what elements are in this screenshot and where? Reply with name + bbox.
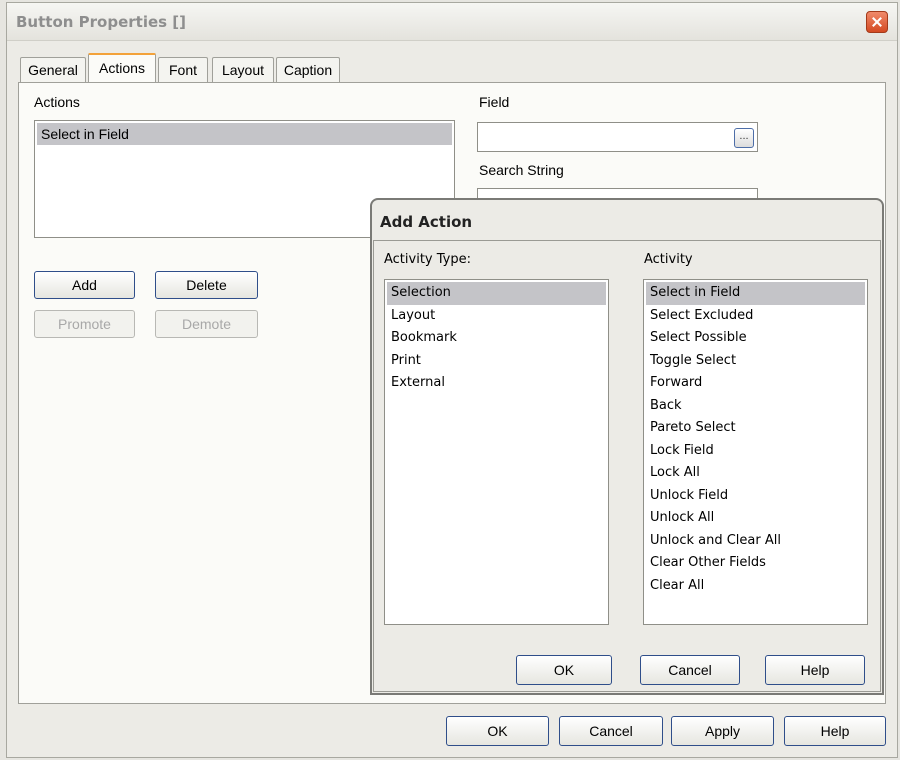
ok-button[interactable]: OK <box>446 716 549 746</box>
tab-caption[interactable]: Caption <box>276 57 340 83</box>
list-item[interactable]: Select in Field <box>37 123 452 145</box>
activity-item[interactable]: Clear All <box>646 575 865 598</box>
activity-item[interactable]: Select Possible <box>646 327 865 350</box>
activity-listbox[interactable]: Select in Field Select Excluded Select P… <box>643 279 868 625</box>
delete-button[interactable]: Delete <box>155 271 258 299</box>
activity-item[interactable]: Lock All <box>646 462 865 485</box>
demote-button[interactable]: Demote <box>155 310 258 338</box>
dialog-cancel-button[interactable]: Cancel <box>640 655 740 685</box>
activity-type-bookmark[interactable]: Bookmark <box>387 327 606 350</box>
activity-item[interactable]: Select in Field <box>646 282 865 305</box>
activity-item[interactable]: Unlock All <box>646 507 865 530</box>
activity-item[interactable]: Pareto Select <box>646 417 865 440</box>
activity-item[interactable]: Clear Other Fields <box>646 552 865 575</box>
field-browse-button[interactable]: ... <box>734 128 754 148</box>
activity-type-layout[interactable]: Layout <box>387 305 606 328</box>
close-button[interactable] <box>866 11 888 33</box>
activity-item[interactable]: Toggle Select <box>646 350 865 373</box>
activity-item[interactable]: Unlock Field <box>646 485 865 508</box>
activity-type-print[interactable]: Print <box>387 350 606 373</box>
dialog-ok-button[interactable]: OK <box>516 655 612 685</box>
search-string-label: Search String <box>479 162 564 178</box>
activity-type-label: Activity Type: <box>384 252 471 267</box>
activity-type-external[interactable]: External <box>387 372 606 395</box>
cancel-button[interactable]: Cancel <box>559 716 663 746</box>
activity-item[interactable]: Select Excluded <box>646 305 865 328</box>
window-title: Button Properties [] <box>16 13 187 31</box>
tab-layout[interactable]: Layout <box>212 57 274 83</box>
activity-item[interactable]: Back <box>646 395 865 418</box>
dialog-title: Add Action <box>380 213 473 231</box>
actions-label: Actions <box>34 94 80 110</box>
activity-item[interactable]: Forward <box>646 372 865 395</box>
tab-general[interactable]: General <box>20 57 86 83</box>
activity-item[interactable]: Unlock and Clear All <box>646 530 865 553</box>
apply-button[interactable]: Apply <box>671 716 774 746</box>
tab-actions[interactable]: Actions <box>88 53 156 83</box>
add-button[interactable]: Add <box>34 271 135 299</box>
tab-font[interactable]: Font <box>158 57 208 83</box>
activity-item[interactable]: Lock Field <box>646 440 865 463</box>
activity-label: Activity <box>644 252 693 267</box>
activity-type-selection[interactable]: Selection <box>387 282 606 305</box>
dialog-help-button[interactable]: Help <box>765 655 865 685</box>
field-label: Field <box>479 94 510 110</box>
help-button[interactable]: Help <box>784 716 886 746</box>
activity-type-listbox[interactable]: Selection Layout Bookmark Print External <box>384 279 609 625</box>
promote-button[interactable]: Promote <box>34 310 135 338</box>
field-input[interactable] <box>477 122 758 152</box>
